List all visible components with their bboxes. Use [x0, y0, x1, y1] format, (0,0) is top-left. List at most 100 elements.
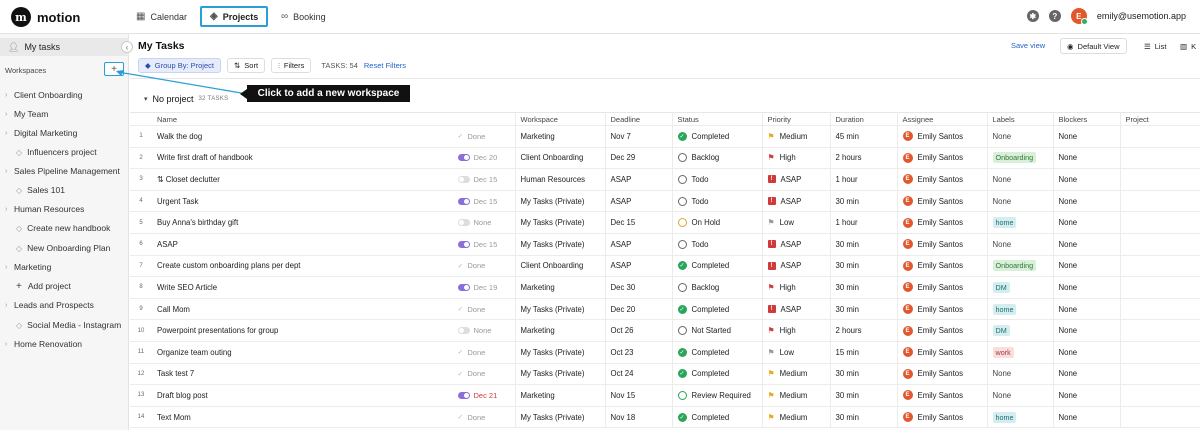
project-cell[interactable]	[1120, 147, 1200, 170]
sidebar-item-workspace[interactable]: › Digital Marketing	[0, 124, 128, 142]
sidebar-item-workspace[interactable]: › Client Onboarding	[0, 86, 128, 104]
labels-cell[interactable]: DM	[987, 276, 1054, 299]
task-do-date[interactable]: ✓ Done	[458, 305, 510, 314]
blockers-cell[interactable]: None	[1053, 341, 1121, 364]
sidebar-item-workspace[interactable]: › Sales Pipeline Management	[0, 162, 128, 180]
project-cell[interactable]	[1120, 341, 1200, 364]
status-cell[interactable]: ✓ Completed	[672, 255, 763, 278]
sidebar-item-workspace[interactable]: › My Team	[0, 105, 128, 123]
project-cell[interactable]	[1120, 406, 1200, 429]
table-row[interactable]: 13 Draft blog post Dec 21 Marketing Nov 15 Re…	[130, 384, 1200, 407]
labels-cell[interactable]: None	[987, 363, 1054, 386]
task-do-date[interactable]: Dec 20	[457, 153, 510, 162]
labels-cell[interactable]: home	[987, 406, 1054, 429]
blockers-cell[interactable]: None	[1053, 363, 1121, 386]
deadline-cell[interactable]: ASAP	[605, 190, 673, 213]
table-row[interactable]: 1 Walk the dog ✓ Done Marketing Nov 7 ✓ Complet…	[130, 125, 1200, 148]
priority-cell[interactable]: ⚑ Medium	[762, 125, 831, 148]
priority-cell[interactable]: ⚑ High	[762, 147, 831, 170]
duration-cell[interactable]: 30 min	[830, 363, 898, 386]
duration-cell[interactable]: 30 min	[830, 298, 898, 321]
task-name[interactable]: ⇅ Closet declutter	[157, 175, 220, 184]
status-cell[interactable]: On Hold	[672, 211, 763, 234]
save-view-link[interactable]: Save view	[1011, 41, 1045, 50]
toggle-switch[interactable]	[457, 219, 470, 227]
duration-cell[interactable]: 45 min	[830, 125, 898, 148]
sidebar-item-workspace[interactable]: › Home Renovation	[0, 335, 128, 353]
task-do-date[interactable]: ✓ Done	[458, 413, 510, 422]
kanban-view-button[interactable]: ▥ K	[1174, 38, 1200, 54]
labels-cell[interactable]: None	[987, 384, 1054, 407]
task-name[interactable]: Write first draft of handbook	[157, 153, 253, 162]
task-name[interactable]: Powerpoint presentations for group	[157, 326, 278, 335]
deadline-cell[interactable]: Nov 15	[605, 384, 673, 407]
project-cell[interactable]	[1120, 276, 1200, 299]
duration-cell[interactable]: 30 min	[830, 190, 898, 213]
workspace-cell[interactable]: Client Onboarding	[515, 147, 606, 170]
deadline-cell[interactable]: Oct 23	[605, 341, 673, 364]
group-by-button[interactable]: ◆ Group By: Project	[138, 58, 221, 73]
blockers-cell[interactable]: None	[1053, 211, 1121, 234]
task-name[interactable]: Create custom onboarding plans per dept	[157, 261, 300, 270]
duration-cell[interactable]: 30 min	[830, 233, 898, 256]
table-row[interactable]: 11 Organize team outing ✓ Done My Tasks (Pri…	[130, 341, 1200, 364]
assignee-cell[interactable]: E Emily Santos	[897, 319, 988, 342]
project-cell[interactable]	[1120, 233, 1200, 256]
assignee-cell[interactable]: E Emily Santos	[897, 384, 988, 407]
task-do-date[interactable]: Dec 21	[457, 391, 510, 400]
task-name-cell[interactable]: Write SEO Article Dec 19	[152, 276, 516, 299]
assignee-cell[interactable]: E Emily Santos	[897, 276, 988, 299]
duration-cell[interactable]: 1 hour	[830, 168, 898, 191]
user-email[interactable]: emily@usemotion.app	[1097, 11, 1186, 21]
labels-cell[interactable]: home	[987, 298, 1054, 321]
app-logo[interactable]: m motion	[11, 7, 80, 27]
toggle-switch[interactable]	[457, 391, 470, 399]
status-cell[interactable]: ✓ Completed	[672, 298, 763, 321]
task-name[interactable]: Organize team outing	[157, 348, 232, 357]
column-header[interactable]: Status	[672, 112, 763, 126]
task-name-cell[interactable]: Create custom onboarding plans per dept ✓…	[152, 255, 516, 278]
project-cell[interactable]	[1120, 255, 1200, 278]
sidebar-item-my-tasks[interactable]: 👤︎ My tasks	[0, 38, 129, 56]
blockers-cell[interactable]: None	[1053, 384, 1121, 407]
avatar[interactable]: E	[1070, 8, 1088, 25]
task-name[interactable]: Urgent Task	[157, 197, 198, 206]
task-name-cell[interactable]: Task test 7 ✓ Done	[152, 363, 516, 386]
table-row[interactable]: 6 ASAP Dec 15 My Tasks (Private) ASAP Todo! AS…	[130, 233, 1200, 256]
table-row[interactable]: 4 Urgent Task Dec 15 My Tasks (Private) ASAP…	[130, 190, 1200, 213]
labels-cell[interactable]: Onboarding	[987, 147, 1054, 170]
duration-cell[interactable]: 30 min	[830, 255, 898, 278]
column-header[interactable]: Assignee	[897, 112, 988, 126]
blockers-cell[interactable]: None	[1053, 147, 1121, 170]
task-do-date[interactable]: ✓ Done	[458, 132, 510, 141]
status-cell[interactable]: ✓ Completed	[672, 125, 763, 148]
toggle-switch[interactable]	[457, 197, 470, 205]
deadline-cell[interactable]: ASAP	[605, 233, 673, 256]
toggle-switch[interactable]	[457, 327, 470, 335]
priority-cell[interactable]: ⚑ Medium	[762, 406, 831, 429]
gear-icon[interactable]: ✱	[1026, 10, 1039, 22]
column-header[interactable]: Project	[1120, 112, 1200, 126]
list-view-button[interactable]: ☰ List	[1138, 38, 1173, 54]
assignee-cell[interactable]: E Emily Santos	[897, 255, 988, 278]
table-row[interactable]: 14 Text Mom ✓ Done My Tasks (Private) Nov 18 ✓…	[130, 406, 1200, 429]
priority-cell[interactable]: ! ASAP	[762, 233, 831, 256]
project-cell[interactable]	[1120, 384, 1200, 407]
workspace-cell[interactable]: Marketing	[515, 276, 606, 299]
task-do-date[interactable]: Dec 15	[457, 240, 510, 249]
duration-cell[interactable]: 30 min	[830, 384, 898, 407]
task-name-cell[interactable]: Buy Anna's birthday gift None	[152, 211, 516, 234]
workspace-cell[interactable]: My Tasks (Private)	[515, 406, 606, 429]
help-icon[interactable]: ?	[1048, 10, 1061, 22]
task-name[interactable]: Task test 7	[157, 369, 194, 378]
priority-cell[interactable]: ⚑ Medium	[762, 363, 831, 386]
task-do-date[interactable]: Dec 19	[457, 283, 510, 292]
column-header[interactable]: Blockers	[1053, 112, 1121, 126]
blockers-cell[interactable]: None	[1053, 255, 1121, 278]
task-name[interactable]: Walk the dog	[157, 132, 202, 141]
priority-cell[interactable]: ! ASAP	[762, 255, 831, 278]
project-cell[interactable]	[1120, 190, 1200, 213]
blockers-cell[interactable]: None	[1053, 190, 1121, 213]
project-cell[interactable]	[1120, 319, 1200, 342]
workspace-cell[interactable]: My Tasks (Private)	[515, 341, 606, 364]
